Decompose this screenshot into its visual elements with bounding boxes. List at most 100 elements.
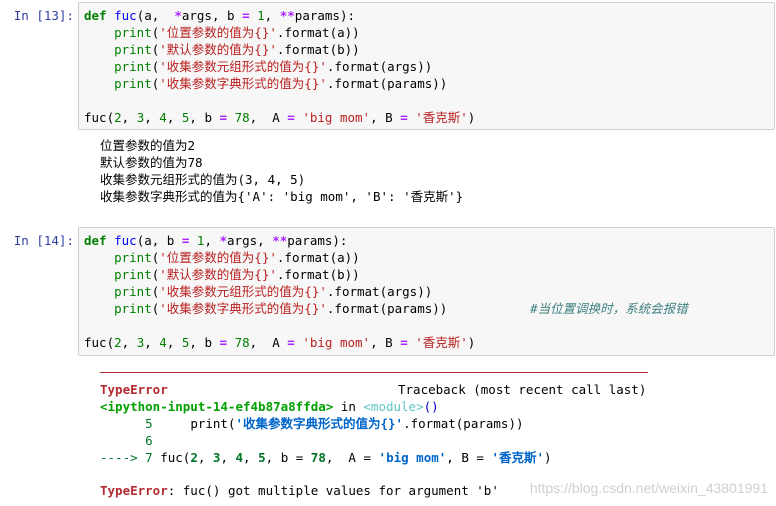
code-token: print <box>114 76 152 91</box>
code-token: .format(params)) <box>326 76 448 91</box>
code-token: , A <box>325 450 364 465</box>
code-token: .format(a)) <box>276 25 360 40</box>
code-token: print <box>114 59 152 74</box>
code-token: 2 <box>190 450 198 465</box>
code-token: , <box>264 8 280 23</box>
code-token: '位置参数的值为{}' <box>159 25 277 40</box>
code-token: , A <box>249 335 288 350</box>
code-cell-13[interactable]: def fuc(a, *args, b = 1, **params): prin… <box>78 2 775 130</box>
code-token: fuc( <box>160 450 191 465</box>
code-token: .format(params)) <box>326 301 448 316</box>
code-token: ) <box>467 335 476 350</box>
code-token: , <box>144 335 160 350</box>
code-token: 2 <box>114 335 122 350</box>
code-token: '收集参数字典形式的值为{}' <box>159 301 327 316</box>
code-token: , <box>204 233 220 248</box>
code-token: def <box>84 233 115 248</box>
traceback-line-5: 5 print('收集参数字典形式的值为{}'.format(params)) <box>100 415 523 432</box>
code-token: params): <box>294 8 356 23</box>
code-token: = <box>219 110 228 125</box>
traceback-rule <box>100 372 648 373</box>
code-token: '香克斯' <box>483 450 545 465</box>
code-token: '位置参数的值为{}' <box>159 250 277 265</box>
code-token: 1 <box>189 233 205 248</box>
cell-14-prompt: In [14]: <box>13 233 74 248</box>
code-token: * <box>174 8 182 23</box>
traceback-line-7: ----> 7 fuc(2, 3, 4, 5, b = 78, A = 'big… <box>100 449 552 466</box>
code-token: 1 <box>249 8 265 23</box>
code-token: 'big mom' <box>294 335 371 350</box>
traceback-line-6: 6 <box>100 432 153 449</box>
error-name: TypeError <box>100 382 168 397</box>
code-token: , B <box>370 110 401 125</box>
code-token: = <box>400 335 408 350</box>
code-token: 4 <box>159 110 167 125</box>
code-token: '收集参数元组形式的值为{}' <box>159 59 327 74</box>
code-token: '默认参数的值为{}' <box>159 267 277 282</box>
code-token: '默认参数的值为{}' <box>159 42 277 57</box>
code-line: print('收集参数字典形式的值为{}'.format(params)) #当… <box>84 300 688 317</box>
module-ref: <module> <box>363 399 424 414</box>
code-token: , <box>166 110 182 125</box>
code-token: args, b <box>181 8 243 23</box>
code-token: , <box>121 335 137 350</box>
code-token: 'big mom' <box>371 450 447 465</box>
code-token: print <box>114 250 152 265</box>
code-token: , b <box>189 335 220 350</box>
traceback-location: <ipython-input-14-ef4b87a8ffda> in <modu… <box>100 398 439 415</box>
code-token: , <box>197 450 213 465</box>
traceback-header: TypeError <box>100 381 168 398</box>
code-token: = <box>287 110 295 125</box>
code-token: fuc( <box>84 335 115 350</box>
code-token: #当位置调换时，系统会报错 <box>530 301 688 316</box>
code-token: '香克斯' <box>407 335 468 350</box>
code-token: in <box>333 399 364 414</box>
code-token: def <box>84 8 115 23</box>
code-token: .format(args)) <box>326 284 433 299</box>
input-ref: <ipython-input-14-ef4b87a8ffda> <box>100 399 334 414</box>
code-line: def fuc(a, *args, b = 1, **params): <box>84 7 355 24</box>
code-token: 'big mom' <box>294 110 371 125</box>
code-cell-14[interactable]: def fuc(a, b = 1, *args, **params): prin… <box>78 227 775 356</box>
code-line: print('收集参数字典形式的值为{}'.format(params)) <box>84 75 447 92</box>
code-token: '收集参数字典形式的值为{}' <box>159 76 327 91</box>
code-line: print('默认参数的值为{}'.format(b)) <box>84 266 360 283</box>
code-line: fuc(2, 3, 4, 5, b = 78, A = 'big mom', B… <box>84 334 475 351</box>
code-token: * <box>219 233 228 248</box>
code-token: fuc <box>114 8 137 23</box>
output-line: 位置参数的值为2 <box>100 138 196 153</box>
code-token: 78 <box>227 335 250 350</box>
code-token: , b <box>189 110 220 125</box>
code-token: params): <box>287 233 348 248</box>
code-token: () <box>423 399 439 414</box>
code-token: = <box>242 8 250 23</box>
code-token: 4 <box>235 450 244 465</box>
code-token: , <box>166 335 182 350</box>
code-token: ) <box>467 110 476 125</box>
code-line: print('默认参数的值为{}'.format(b)) <box>84 41 360 58</box>
traceback-label: Traceback (most recent call last) <box>398 382 647 397</box>
output-line: 收集参数元组形式的值为(3, 4, 5) <box>100 172 306 187</box>
code-token: print <box>114 25 152 40</box>
cell-13-prompt: In [13]: <box>13 8 74 23</box>
code-token: , B <box>370 335 401 350</box>
code-token: fuc( <box>84 110 115 125</box>
code-token: fuc <box>114 233 137 248</box>
code-line: print('收集参数元组形式的值为{}'.format(args)) <box>84 283 432 300</box>
code-token: print <box>114 42 152 57</box>
code-token: print <box>114 301 152 316</box>
code-token: , <box>121 110 137 125</box>
code-token: .format(b)) <box>276 267 360 282</box>
code-token: '香克斯' <box>407 110 468 125</box>
code-token: (a, b <box>136 233 182 248</box>
code-line: print('位置参数的值为{}'.format(a)) <box>84 24 360 41</box>
code-token: .format(a)) <box>276 250 360 265</box>
code-token: , <box>243 450 259 465</box>
